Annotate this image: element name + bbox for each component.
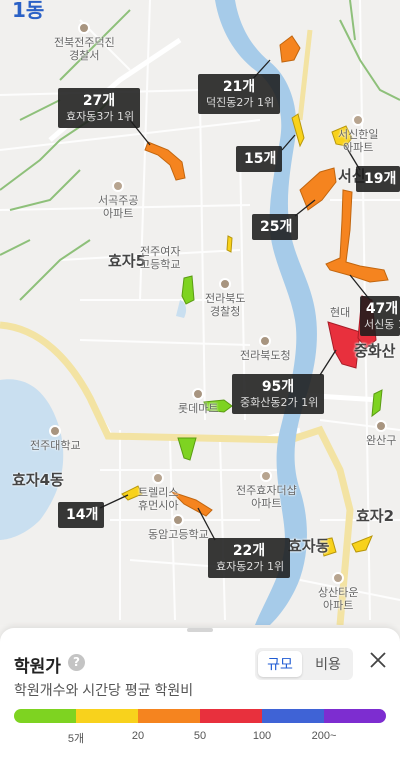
legend-swatch — [138, 709, 200, 723]
government-icon — [375, 420, 388, 432]
legend-swatch — [324, 709, 386, 723]
top-left-label: 1동 — [12, 0, 45, 22]
place-label: 전라북도 경찰청 — [205, 292, 246, 318]
area-rank: 효자동2가 1위 — [216, 560, 285, 573]
academy-count: 21개 — [222, 79, 256, 95]
legend-label: 20 — [131, 730, 145, 742]
academy-count: 47개 — [365, 301, 399, 317]
legend-swatch — [14, 709, 76, 723]
place-label: 동암고등학교 — [148, 528, 209, 541]
place-label: 트렐리스 휴먼시아 — [138, 486, 179, 512]
academy-count: 14개 — [66, 507, 99, 523]
apartment-icon — [332, 572, 345, 584]
bottom-sheet: 학원가 ? 학원개수와 시간당 평균 학원비 규모 비용 5개 20 50 100 20… — [0, 628, 400, 783]
toggle-scale[interactable]: 규모 — [258, 651, 302, 677]
school-icon — [49, 425, 62, 437]
place-provincial-office[interactable]: 전라북도청 — [240, 335, 291, 362]
area-rank: 서신동 1 — [364, 318, 400, 331]
academy-count: 22개 — [232, 543, 266, 559]
academy-count: 19개 — [364, 171, 397, 187]
district-hyoja2: 효자2 — [356, 507, 395, 525]
mode-toggle: 규모 비용 — [255, 648, 353, 680]
shopping-icon — [192, 388, 205, 400]
close-icon — [370, 652, 386, 668]
academy-count: 95개 — [261, 379, 295, 395]
place-jeonju-univ[interactable]: 전주대학교 — [30, 425, 81, 452]
legend-label: 200~ — [311, 730, 337, 742]
academy-count: 27개 — [82, 93, 116, 109]
map[interactable]: 1동 전북전주덕진 경찰서 서곡주공 아파트 효자5 전주여자 고등학교 전라북… — [0, 0, 400, 625]
district-junghwasan: 중화산 — [354, 342, 396, 360]
tooltip-hyoja3[interactable]: 27개 효자동3가 1위 — [58, 88, 140, 128]
tooltip-junghwasan2[interactable]: 95개 중화산동2가 1위 — [232, 374, 324, 414]
legend-swatch — [262, 709, 324, 723]
place-label: 전주효자더샵 아파트 — [236, 484, 297, 510]
place-lotte-mart[interactable]: 롯데마트 — [178, 388, 218, 415]
academy-count: 15개 — [244, 151, 277, 167]
tooltip-25[interactable]: 25개 — [252, 214, 298, 240]
drag-handle[interactable] — [187, 628, 213, 632]
police-icon — [219, 278, 232, 290]
place-trelis[interactable]: 트렐리스 휴먼시아 — [138, 472, 178, 512]
place-sangsan-town[interactable]: 상산타운 아파트 — [318, 572, 358, 612]
apartment-icon — [112, 180, 125, 192]
place-seosin-hanil[interactable]: 서신한일 아파트 — [338, 114, 378, 154]
place-police-deokjin[interactable]: 전북전주덕진 경찰서 — [54, 22, 115, 62]
place-dongam-hs[interactable]: 동암고등학교 — [148, 514, 209, 541]
legend-label: 50 — [193, 730, 207, 742]
place-label: 롯데마트 — [178, 402, 219, 415]
place-label: 서곡주공 아파트 — [98, 194, 139, 220]
place-wansan-gu[interactable]: 완산구 — [366, 420, 396, 447]
place-jeonyeo-hs[interactable]: 전주여자 고등학교 — [140, 245, 180, 271]
area-rank: 효자동3가 1위 — [66, 110, 135, 123]
place-label: 전주여자 고등학교 — [140, 245, 181, 271]
police-icon — [78, 22, 91, 34]
place-label: 전주대학교 — [30, 439, 81, 452]
place-label: 상산타운 아파트 — [318, 586, 359, 612]
question-icon[interactable]: ? — [68, 654, 85, 671]
legend-label: 100 — [252, 730, 272, 742]
legend-labels: 5개 20 50 100 200~ — [0, 730, 400, 746]
apartment-icon — [260, 470, 273, 482]
tooltip-deokjin2[interactable]: 21개 덕진동2가 1위 — [198, 74, 280, 114]
apartment-icon — [352, 114, 365, 126]
place-provincial-police[interactable]: 전라북도 경찰청 — [205, 278, 245, 318]
tooltip-14[interactable]: 14개 — [58, 502, 104, 528]
tooltip-15[interactable]: 15개 — [236, 146, 282, 172]
tooltip-19[interactable]: 19개 — [356, 166, 400, 192]
place-label: 전라북도청 — [240, 349, 291, 362]
legend-color-bar — [14, 709, 386, 723]
toggle-cost[interactable]: 비용 — [306, 651, 350, 677]
area-rank: 중화산동2가 1위 — [240, 396, 319, 409]
legend-label: 5개 — [67, 733, 85, 745]
district-hyoja4: 효자4동 — [12, 471, 64, 489]
place-hyundai: 현대 — [330, 306, 351, 319]
tooltip-hyoja2[interactable]: 22개 효자동2가 1위 — [208, 538, 290, 578]
sheet-title: 학원가 — [14, 657, 61, 676]
place-label: 완산구 — [366, 434, 397, 447]
government-icon — [259, 335, 272, 347]
sheet-subtitle: 학원개수와 시간당 평균 학원비 — [14, 682, 194, 698]
place-seogok-apt[interactable]: 서곡주공 아파트 — [98, 180, 138, 220]
area-rank: 덕진동2가 1위 — [206, 96, 275, 109]
legend-swatch — [200, 709, 262, 723]
school-icon — [172, 514, 185, 526]
place-label: 서신한일 아파트 — [338, 128, 379, 154]
tooltip-seoshin[interactable]: 47개서신동 1 — [360, 296, 400, 336]
academy-count: 25개 — [260, 219, 293, 235]
close-button[interactable] — [366, 648, 390, 672]
place-hyoja-dhm[interactable]: 전주효자더샵 아파트 — [236, 470, 297, 510]
apartment-icon — [152, 472, 165, 484]
district-hyoja-dong: 효자동 — [288, 537, 330, 555]
legend-swatch — [76, 709, 138, 723]
place-label: 전북전주덕진 경찰서 — [54, 36, 115, 62]
